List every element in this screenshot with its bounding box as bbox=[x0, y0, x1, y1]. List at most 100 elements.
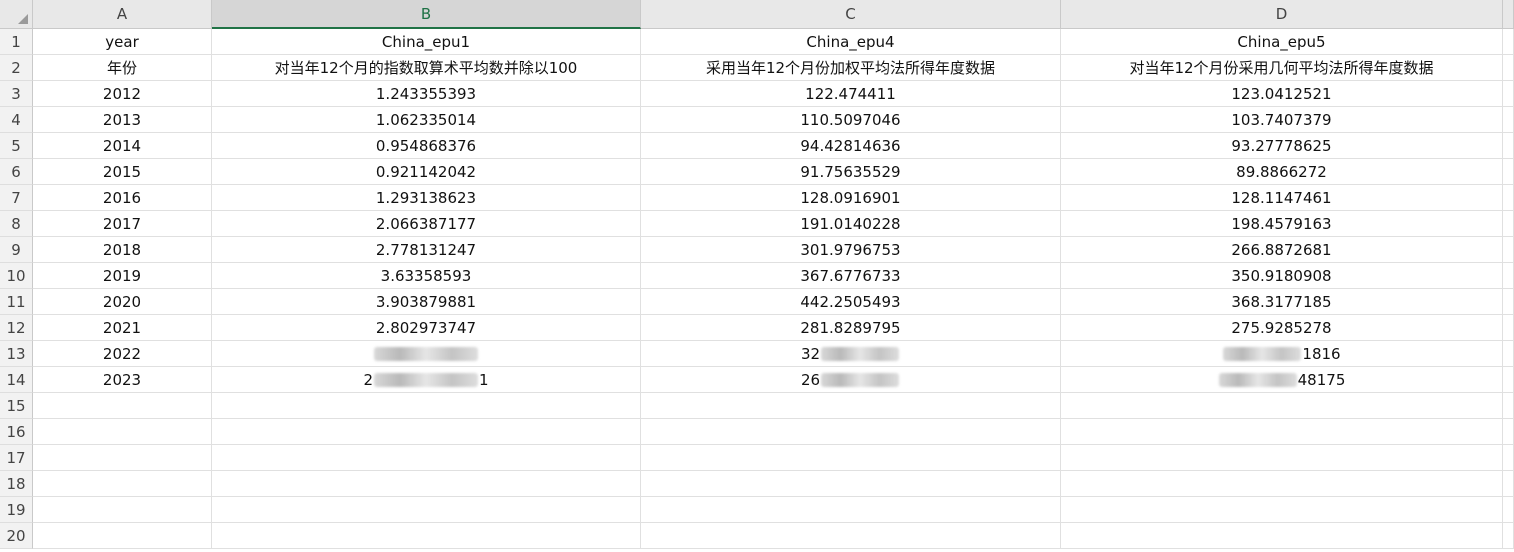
cell[interactable] bbox=[1061, 419, 1503, 445]
cell[interactable]: 2015 bbox=[33, 159, 212, 185]
cell-filler[interactable] bbox=[1503, 393, 1514, 419]
cell[interactable] bbox=[1061, 445, 1503, 471]
row-header[interactable]: 7 bbox=[0, 185, 33, 211]
cell-redacted[interactable]: 1816 bbox=[1061, 341, 1503, 367]
cell[interactable]: 368.3177185 bbox=[1061, 289, 1503, 315]
cell-redacted[interactable] bbox=[212, 341, 641, 367]
cell[interactable]: China_epu5 bbox=[1061, 29, 1503, 55]
cell[interactable]: 91.75635529 bbox=[641, 159, 1061, 185]
cell[interactable]: 94.42814636 bbox=[641, 133, 1061, 159]
cell[interactable]: 2019 bbox=[33, 263, 212, 289]
cell[interactable] bbox=[33, 523, 212, 549]
cell[interactable]: 89.8866272 bbox=[1061, 159, 1503, 185]
cell[interactable] bbox=[212, 471, 641, 497]
cell[interactable] bbox=[212, 497, 641, 523]
row-header[interactable]: 3 bbox=[0, 81, 33, 107]
row-header[interactable]: 20 bbox=[0, 523, 33, 549]
row-header[interactable]: 4 bbox=[0, 107, 33, 133]
cell[interactable]: 122.474411 bbox=[641, 81, 1061, 107]
cell-filler[interactable] bbox=[1503, 55, 1514, 81]
cell[interactable] bbox=[33, 497, 212, 523]
row-header[interactable]: 1 bbox=[0, 29, 33, 55]
cell[interactable]: 对当年12个月份采用几何平均法所得年度数据 bbox=[1061, 55, 1503, 81]
cell[interactable]: 442.2505493 bbox=[641, 289, 1061, 315]
cell-filler[interactable] bbox=[1503, 445, 1514, 471]
cell[interactable] bbox=[641, 393, 1061, 419]
cell[interactable] bbox=[212, 523, 641, 549]
cell[interactable] bbox=[212, 445, 641, 471]
row-header[interactable]: 17 bbox=[0, 445, 33, 471]
cell[interactable] bbox=[212, 393, 641, 419]
cell[interactable]: 128.0916901 bbox=[641, 185, 1061, 211]
cell[interactable] bbox=[212, 419, 641, 445]
cell[interactable]: 301.9796753 bbox=[641, 237, 1061, 263]
cell-filler[interactable] bbox=[1503, 523, 1514, 549]
cell[interactable]: 2021 bbox=[33, 315, 212, 341]
cell-filler[interactable] bbox=[1503, 263, 1514, 289]
cell[interactable]: 191.0140228 bbox=[641, 211, 1061, 237]
cell[interactable]: 266.8872681 bbox=[1061, 237, 1503, 263]
cell[interactable]: 281.8289795 bbox=[641, 315, 1061, 341]
cell-filler[interactable] bbox=[1503, 159, 1514, 185]
cell[interactable]: 2012 bbox=[33, 81, 212, 107]
cell[interactable] bbox=[641, 523, 1061, 549]
column-header-c[interactable]: C bbox=[641, 0, 1061, 29]
row-header[interactable]: 12 bbox=[0, 315, 33, 341]
cell-filler[interactable] bbox=[1503, 315, 1514, 341]
row-header[interactable]: 5 bbox=[0, 133, 33, 159]
cell[interactable] bbox=[641, 419, 1061, 445]
row-header[interactable]: 11 bbox=[0, 289, 33, 315]
column-header-a[interactable]: A bbox=[33, 0, 212, 29]
cell[interactable]: 128.1147461 bbox=[1061, 185, 1503, 211]
cell[interactable] bbox=[641, 471, 1061, 497]
cell-redacted[interactable]: 26 bbox=[641, 367, 1061, 393]
row-header[interactable]: 19 bbox=[0, 497, 33, 523]
row-header[interactable]: 18 bbox=[0, 471, 33, 497]
cell[interactable]: 3.63358593 bbox=[212, 263, 641, 289]
cell[interactable]: 2023 bbox=[33, 367, 212, 393]
cell-filler[interactable] bbox=[1503, 81, 1514, 107]
cell-filler[interactable] bbox=[1503, 133, 1514, 159]
row-header[interactable]: 14 bbox=[0, 367, 33, 393]
cell[interactable]: 2022 bbox=[33, 341, 212, 367]
cell-filler[interactable] bbox=[1503, 211, 1514, 237]
cell-filler[interactable] bbox=[1503, 497, 1514, 523]
cell[interactable]: 3.903879881 bbox=[212, 289, 641, 315]
cell-filler[interactable] bbox=[1503, 185, 1514, 211]
cell[interactable] bbox=[1061, 497, 1503, 523]
select-all-corner[interactable] bbox=[0, 0, 33, 29]
cell[interactable] bbox=[33, 393, 212, 419]
cell[interactable] bbox=[33, 445, 212, 471]
cell[interactable]: 2017 bbox=[33, 211, 212, 237]
cell-filler[interactable] bbox=[1503, 471, 1514, 497]
cell-redacted[interactable]: 32 bbox=[641, 341, 1061, 367]
cell[interactable] bbox=[33, 419, 212, 445]
cell-filler[interactable] bbox=[1503, 289, 1514, 315]
cell[interactable]: 2020 bbox=[33, 289, 212, 315]
row-header[interactable]: 15 bbox=[0, 393, 33, 419]
cell[interactable]: 1.062335014 bbox=[212, 107, 641, 133]
cell-filler[interactable] bbox=[1503, 107, 1514, 133]
cell[interactable]: 2.778131247 bbox=[212, 237, 641, 263]
cell[interactable]: year bbox=[33, 29, 212, 55]
cell[interactable]: 年份 bbox=[33, 55, 212, 81]
cell-redacted[interactable]: 48175 bbox=[1061, 367, 1503, 393]
cell[interactable]: 93.27778625 bbox=[1061, 133, 1503, 159]
cell[interactable]: China_epu1 bbox=[212, 29, 641, 55]
row-header[interactable]: 16 bbox=[0, 419, 33, 445]
cell-filler[interactable] bbox=[1503, 419, 1514, 445]
row-header[interactable]: 9 bbox=[0, 237, 33, 263]
row-header[interactable]: 6 bbox=[0, 159, 33, 185]
cell-filler[interactable] bbox=[1503, 341, 1514, 367]
row-header[interactable]: 13 bbox=[0, 341, 33, 367]
row-header[interactable]: 8 bbox=[0, 211, 33, 237]
cell[interactable]: 0.921142042 bbox=[212, 159, 641, 185]
cell[interactable]: 2.066387177 bbox=[212, 211, 641, 237]
cell-filler[interactable] bbox=[1503, 237, 1514, 263]
cell[interactable]: 123.0412521 bbox=[1061, 81, 1503, 107]
cell[interactable]: 0.954868376 bbox=[212, 133, 641, 159]
cell-filler[interactable] bbox=[1503, 29, 1514, 55]
cell[interactable]: 350.9180908 bbox=[1061, 263, 1503, 289]
cell[interactable] bbox=[33, 471, 212, 497]
cell[interactable] bbox=[641, 445, 1061, 471]
